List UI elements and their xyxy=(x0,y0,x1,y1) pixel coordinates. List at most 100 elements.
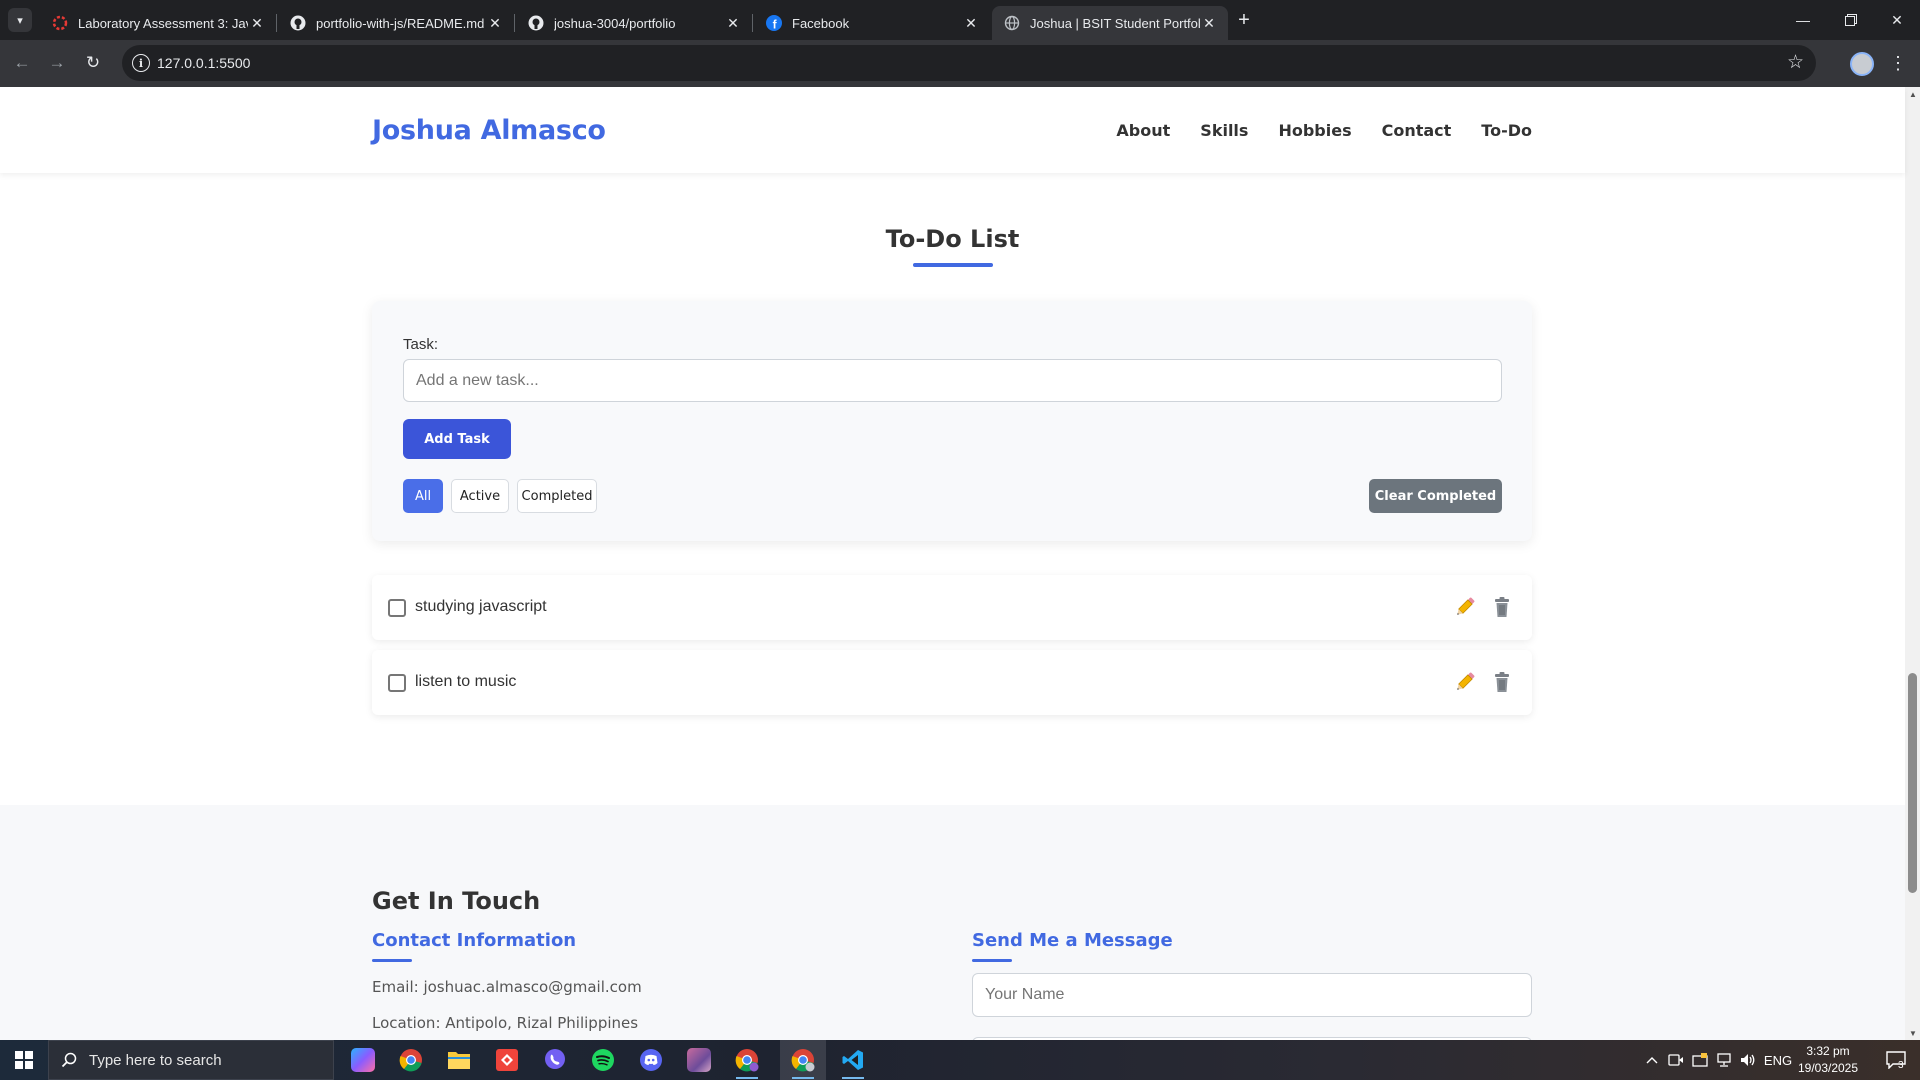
bookmark-star-icon[interactable]: ☆ xyxy=(1787,51,1804,74)
tab-title: joshua-3004/portfolio xyxy=(554,15,676,31)
tab-title: Joshua | BSIT Student Portfolio xyxy=(1030,15,1200,31)
tab-search-button[interactable]: ▾ xyxy=(8,8,32,32)
site-logo[interactable]: Joshua Almasco xyxy=(372,115,606,146)
filter-active-button[interactable]: Active xyxy=(451,479,509,513)
tab-close-icon[interactable]: ✕ xyxy=(486,14,504,32)
forward-icon[interactable]: → xyxy=(44,50,70,76)
red-ring-icon xyxy=(52,15,68,31)
main-nav: About Skills Hobbies Contact To-Do xyxy=(1116,121,1532,140)
browser-tab[interactable]: portfolio-with-js/README.md a ✕ xyxy=(278,6,514,40)
trash-icon[interactable] xyxy=(1489,669,1515,695)
task-label: Task: xyxy=(403,336,439,353)
clear-completed-button[interactable]: Clear Completed xyxy=(1369,479,1502,513)
contact-email: Email: joshuac.almasco@gmail.com xyxy=(372,978,642,996)
tab-title: Laboratory Assessment 3: JavaS xyxy=(78,15,248,31)
browser-tab-bar: ▾ Laboratory Assessment 3: JavaS ✕ portf… xyxy=(0,0,1920,40)
tab-close-icon[interactable]: ✕ xyxy=(724,14,742,32)
taskbar-search-placeholder: Type here to search xyxy=(89,1051,222,1069)
todo-checkbox[interactable] xyxy=(388,674,406,692)
volume-icon[interactable] xyxy=(1736,1040,1760,1080)
contact-info-underline xyxy=(372,959,412,962)
notification-center-icon[interactable]: 3 xyxy=(1876,1040,1916,1080)
close-window-icon[interactable]: ✕ xyxy=(1874,0,1920,40)
anydesk-icon[interactable] xyxy=(484,1040,530,1080)
contact-info-heading: Contact Information xyxy=(372,930,577,951)
nav-link-hobbies[interactable]: Hobbies xyxy=(1278,121,1351,140)
tab-close-icon[interactable]: ✕ xyxy=(1200,14,1218,32)
tab-title: Facebook xyxy=(792,15,850,31)
title-underline xyxy=(913,263,993,267)
back-icon[interactable]: ← xyxy=(9,50,35,76)
tab-title: portfolio-with-js/README.md a xyxy=(316,15,486,31)
new-tab-button[interactable]: + xyxy=(1232,8,1256,32)
add-task-button[interactable]: Add Task xyxy=(403,419,511,459)
windows-start-icon[interactable] xyxy=(0,1040,48,1080)
filter-all-button[interactable]: All xyxy=(403,479,443,513)
windows-taskbar: Type here to search ENG 3:32 pm 19/03/20… xyxy=(0,1040,1920,1080)
github-icon xyxy=(290,15,306,31)
nav-link-contact[interactable]: Contact xyxy=(1382,121,1452,140)
viber-icon[interactable] xyxy=(532,1040,578,1080)
minimize-icon[interactable]: — xyxy=(1780,0,1826,40)
clock-time: 3:32 pm xyxy=(1806,1044,1850,1058)
address-bar[interactable]: i 127.0.0.1:5500 ☆ xyxy=(122,45,1816,81)
contact-location: Location: Antipolo, Rizal Philippines xyxy=(372,1014,639,1032)
browser-toolbar: ← → ↻ i 127.0.0.1:5500 ☆ ⋮ xyxy=(0,40,1920,87)
spotify-icon[interactable] xyxy=(580,1040,626,1080)
tab-divider xyxy=(752,14,753,32)
copilot-icon[interactable] xyxy=(340,1040,386,1080)
pencil-icon[interactable] xyxy=(1452,669,1478,695)
address-url[interactable]: 127.0.0.1:5500 xyxy=(157,55,250,71)
todo-checkbox[interactable] xyxy=(388,599,406,617)
browser-tab[interactable]: Laboratory Assessment 3: JavaS ✕ xyxy=(40,6,276,40)
taskbar-search-box[interactable]: Type here to search xyxy=(48,1040,334,1080)
page-scrollbar[interactable]: ▲ ▼ xyxy=(1905,87,1920,1040)
site-info-icon[interactable]: i xyxy=(132,54,150,72)
todo-item: listen to music xyxy=(372,650,1532,715)
browser-tab-active[interactable]: Joshua | BSIT Student Portfolio ✕ xyxy=(992,6,1228,40)
profile-avatar[interactable] xyxy=(1850,52,1874,76)
pencil-icon[interactable] xyxy=(1452,594,1478,620)
todo-item-text: listen to music xyxy=(415,673,517,690)
todo-item-text: studying javascript xyxy=(415,598,547,615)
tab-close-icon[interactable]: ✕ xyxy=(248,14,266,32)
show-hidden-icons-chevron-icon[interactable] xyxy=(1640,1040,1664,1080)
nav-link-todo[interactable]: To-Do xyxy=(1481,121,1532,140)
browser-menu-icon[interactable]: ⋮ xyxy=(1888,50,1908,76)
chrome-icon[interactable] xyxy=(388,1040,434,1080)
todo-form-card: Task: Add Task All Active Completed Clea… xyxy=(372,301,1532,541)
github-icon xyxy=(528,15,544,31)
reload-icon[interactable]: ↻ xyxy=(80,50,106,76)
name-field[interactable] xyxy=(972,973,1532,1017)
meet-now-icon[interactable] xyxy=(1664,1040,1688,1080)
scroll-down-icon[interactable]: ▼ xyxy=(1909,1029,1917,1038)
browser-tab[interactable]: joshua-3004/portfolio ✕ xyxy=(516,6,752,40)
scroll-up-icon[interactable]: ▲ xyxy=(1909,90,1917,99)
vscode-icon[interactable] xyxy=(830,1040,876,1080)
globe-icon xyxy=(1004,15,1020,31)
task-input[interactable] xyxy=(403,359,1502,402)
nav-link-about[interactable]: About xyxy=(1116,121,1170,140)
notification-count: 3 xyxy=(1898,1060,1904,1071)
chrome-active-icon[interactable] xyxy=(780,1040,826,1080)
todo-item: studying javascript xyxy=(372,575,1532,640)
discord-icon[interactable] xyxy=(628,1040,674,1080)
taskbar-clock[interactable]: 3:32 pm 19/03/2025 xyxy=(1790,1043,1866,1077)
scrollbar-thumb[interactable] xyxy=(1908,673,1917,893)
chrome-profile-icon[interactable] xyxy=(724,1040,770,1080)
contact-heading: Get In Touch xyxy=(372,887,541,915)
tab-close-icon[interactable]: ✕ xyxy=(962,14,980,32)
search-icon xyxy=(61,1052,77,1068)
restore-icon[interactable] xyxy=(1828,0,1874,40)
trash-icon[interactable] xyxy=(1489,594,1515,620)
message-form-heading: Send Me a Message xyxy=(972,930,1173,951)
file-explorer-icon[interactable] xyxy=(436,1040,482,1080)
page-viewport: Joshua Almasco About Skills Hobbies Cont… xyxy=(0,87,1920,1040)
filter-completed-button[interactable]: Completed xyxy=(517,479,597,513)
photos-icon[interactable] xyxy=(676,1040,722,1080)
network-icon[interactable] xyxy=(1712,1040,1736,1080)
nav-link-skills[interactable]: Skills xyxy=(1200,121,1248,140)
browser-tab[interactable]: f Facebook ✕ xyxy=(754,6,990,40)
todo-section-title: To-Do List xyxy=(885,225,1020,253)
security-icon[interactable] xyxy=(1688,1040,1712,1080)
